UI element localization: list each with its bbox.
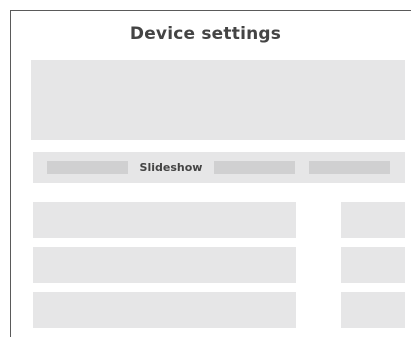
tab-slideshow[interactable]: Slideshow [128, 160, 214, 176]
hero-placeholder [31, 60, 405, 140]
tab-placeholder-3[interactable] [309, 161, 390, 174]
setting-row-1-field[interactable] [33, 202, 296, 238]
tab-placeholder-1[interactable] [47, 161, 128, 174]
setting-row-3-control[interactable] [341, 292, 405, 328]
page-title: Device settings [129, 24, 282, 44]
setting-row-3-field[interactable] [33, 292, 296, 328]
setting-row-1-control[interactable] [341, 202, 405, 238]
tab-placeholder-2[interactable] [214, 161, 295, 174]
setting-row-2-control[interactable] [341, 247, 405, 283]
setting-row-2-field[interactable] [33, 247, 296, 283]
